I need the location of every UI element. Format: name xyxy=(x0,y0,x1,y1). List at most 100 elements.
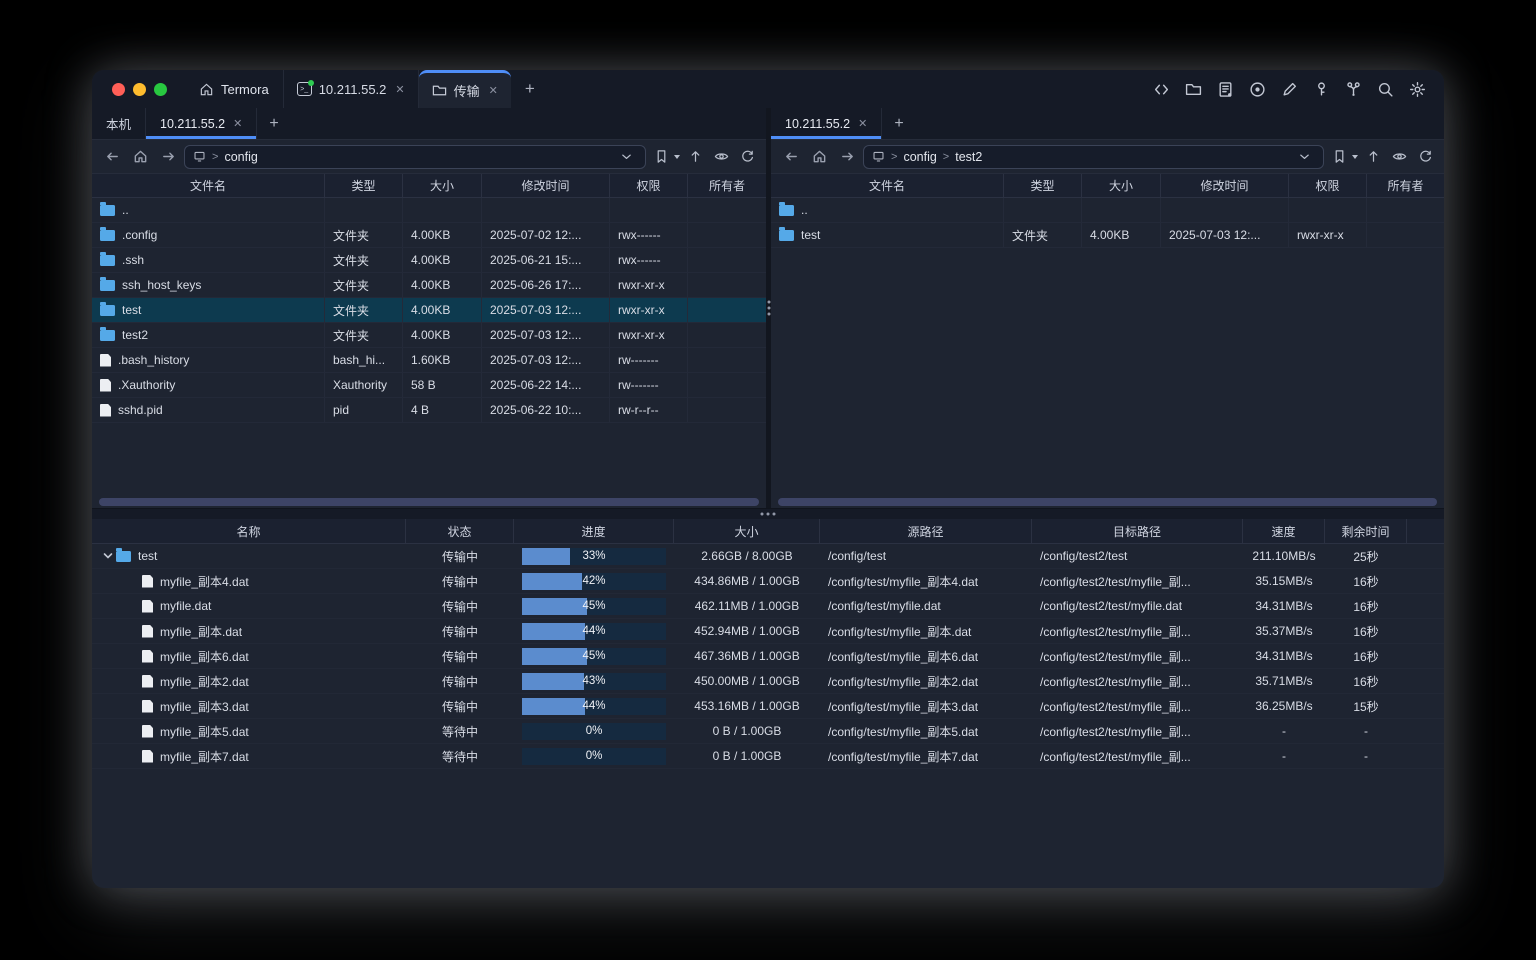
record-icon-button[interactable] xyxy=(1244,76,1270,102)
tab-transfer[interactable]: 传输 ✕ xyxy=(419,70,511,108)
file-row[interactable]: .. xyxy=(771,198,1444,223)
col-perm[interactable]: 权限 xyxy=(610,174,688,198)
col-size[interactable]: 大小 xyxy=(403,174,482,198)
scrollbar-thumb[interactable] xyxy=(99,498,759,506)
transfer-splitter[interactable] xyxy=(92,508,1444,519)
collapse-chevron-icon[interactable] xyxy=(100,551,116,561)
tab-remote-session[interactable]: 10.211.55.2 ✕ xyxy=(146,108,257,139)
col-name[interactable]: 名称 xyxy=(92,519,406,544)
path-dropdown-button[interactable] xyxy=(615,146,637,168)
close-tab-icon[interactable]: ✕ xyxy=(489,84,498,97)
close-window-button[interactable] xyxy=(112,83,125,96)
progress-bar: 43% xyxy=(522,673,666,690)
col-type[interactable]: 类型 xyxy=(1004,174,1082,198)
close-tab-icon[interactable]: ✕ xyxy=(858,117,867,130)
col-filename[interactable]: 文件名 xyxy=(771,174,1004,198)
left-path-input[interactable]: > config xyxy=(184,145,646,169)
code-icon-button[interactable] xyxy=(1148,76,1174,102)
col-size[interactable]: 大小 xyxy=(1082,174,1161,198)
right-path-input[interactable]: > config > test2 xyxy=(863,145,1324,169)
tab-remote-session[interactable]: 10.211.55.2 ✕ xyxy=(771,108,882,139)
new-tab-button[interactable]: + xyxy=(511,70,549,108)
file-row[interactable]: sshd.pid pid 4 B 2025-06-22 10:... rw-r-… xyxy=(92,398,766,423)
col-eta[interactable]: 剩余时间 xyxy=(1325,519,1407,544)
transfer-row[interactable]: myfile_副本.dat 传输中 44% 452.94MB / 1.00GB … xyxy=(92,619,1444,644)
back-button[interactable] xyxy=(100,145,124,169)
forward-button[interactable] xyxy=(156,145,180,169)
folder-icon-button[interactable] xyxy=(1180,76,1206,102)
file-row[interactable]: .Xauthority Xauthority 58 B 2025-06-22 1… xyxy=(92,373,766,398)
file-row[interactable]: ssh_host_keys 文件夹 4.00KB 2025-06-26 17:.… xyxy=(92,273,766,298)
transfer-row[interactable]: myfile_副本2.dat 传输中 43% 450.00MB / 1.00GB… xyxy=(92,669,1444,694)
col-source[interactable]: 源路径 xyxy=(820,519,1032,544)
zoom-window-button[interactable] xyxy=(154,83,167,96)
new-panel-tab-button[interactable]: + xyxy=(257,108,290,139)
traffic-lights xyxy=(92,70,185,108)
logs-icon-button[interactable] xyxy=(1212,76,1238,102)
upload-button[interactable] xyxy=(1362,146,1384,168)
transfer-row[interactable]: myfile_副本6.dat 传输中 45% 467.36MB / 1.00GB… xyxy=(92,644,1444,669)
minimize-window-button[interactable] xyxy=(133,83,146,96)
col-target[interactable]: 目标路径 xyxy=(1032,519,1243,544)
transfer-row[interactable]: myfile_副本3.dat 传输中 44% 453.16MB / 1.00GB… xyxy=(92,694,1444,719)
col-owner[interactable]: 所有者 xyxy=(1367,174,1444,198)
settings-icon-button[interactable] xyxy=(1404,76,1430,102)
transfer-row[interactable]: myfile.dat 传输中 45% 462.11MB / 1.00GB /co… xyxy=(92,594,1444,619)
tab-local-machine[interactable]: 本机 xyxy=(92,108,146,139)
close-tab-icon[interactable]: ✕ xyxy=(395,83,404,96)
bookmark-button[interactable] xyxy=(1328,146,1350,168)
file-row[interactable]: .config 文件夹 4.00KB 2025-07-02 12:... rwx… xyxy=(92,223,766,248)
forward-button[interactable] xyxy=(835,145,859,169)
key-icon-button[interactable] xyxy=(1308,76,1334,102)
bookmark-button[interactable] xyxy=(650,146,672,168)
show-hidden-button[interactable] xyxy=(1388,146,1410,168)
panel-splitter[interactable] xyxy=(766,108,771,508)
home-button[interactable] xyxy=(807,145,831,169)
transfer-row[interactable]: myfile_副本5.dat 等待中 0% 0 B / 1.00GB /conf… xyxy=(92,719,1444,744)
file-row[interactable]: .. xyxy=(92,198,766,223)
col-mtime[interactable]: 修改时间 xyxy=(1161,174,1289,198)
left-horizontal-scrollbar[interactable] xyxy=(92,495,766,508)
path-dropdown-button[interactable] xyxy=(1293,146,1315,168)
close-tab-icon[interactable]: ✕ xyxy=(233,117,242,130)
tab-terminal-session[interactable]: >_ 10.211.55.2 ✕ xyxy=(283,70,419,108)
scrollbar-thumb[interactable] xyxy=(778,498,1437,506)
col-owner[interactable]: 所有者 xyxy=(688,174,766,198)
edit-icon-button[interactable] xyxy=(1276,76,1302,102)
home-tab[interactable]: Termora xyxy=(185,70,283,108)
right-horizontal-scrollbar[interactable] xyxy=(771,495,1444,508)
back-button[interactable] xyxy=(779,145,803,169)
col-progress[interactable]: 进度 xyxy=(514,519,674,544)
branch-icon-button[interactable] xyxy=(1340,76,1366,102)
refresh-button[interactable] xyxy=(736,146,758,168)
col-perm[interactable]: 权限 xyxy=(1289,174,1367,198)
path-segment[interactable]: config xyxy=(903,150,936,164)
file-row[interactable]: test2 文件夹 4.00KB 2025-07-03 12:... rwxr-… xyxy=(92,323,766,348)
search-icon-button[interactable] xyxy=(1372,76,1398,102)
col-speed[interactable]: 速度 xyxy=(1243,519,1325,544)
col-size[interactable]: 大小 xyxy=(674,519,820,544)
col-status[interactable]: 状态 xyxy=(406,519,514,544)
new-panel-tab-button[interactable]: + xyxy=(882,108,915,139)
file-row[interactable]: test 文件夹 4.00KB 2025-07-03 12:... rwxr-x… xyxy=(92,298,766,323)
home-button[interactable] xyxy=(128,145,152,169)
transfer-row[interactable]: myfile_副本7.dat 等待中 0% 0 B / 1.00GB /conf… xyxy=(92,744,1444,769)
path-segment[interactable]: config xyxy=(224,150,257,164)
transfer-row[interactable]: myfile_副本4.dat 传输中 42% 434.86MB / 1.00GB… xyxy=(92,569,1444,594)
bookmark-dropdown-icon[interactable] xyxy=(674,155,680,159)
col-filename[interactable]: 文件名 xyxy=(92,174,325,198)
path-segment[interactable]: test2 xyxy=(955,150,982,164)
file-row[interactable]: .bash_history bash_hi... 1.60KB 2025-07-… xyxy=(92,348,766,373)
cell-owner xyxy=(688,373,766,398)
bookmark-dropdown-icon[interactable] xyxy=(1352,155,1358,159)
cell-mtime: 2025-07-03 12:... xyxy=(482,323,610,348)
col-type[interactable]: 类型 xyxy=(325,174,403,198)
transfer-row[interactable]: test 传输中 33% 2.66GB / 8.00GB /config/tes… xyxy=(92,544,1444,569)
show-hidden-button[interactable] xyxy=(710,146,732,168)
refresh-button[interactable] xyxy=(1414,146,1436,168)
col-mtime[interactable]: 修改时间 xyxy=(482,174,610,198)
titlebar: Termora >_ 10.211.55.2 ✕ 传输 ✕ + xyxy=(92,70,1444,108)
file-row[interactable]: .ssh 文件夹 4.00KB 2025-06-21 15:... rwx---… xyxy=(92,248,766,273)
upload-button[interactable] xyxy=(684,146,706,168)
file-row[interactable]: test 文件夹 4.00KB 2025-07-03 12:... rwxr-x… xyxy=(771,223,1444,248)
